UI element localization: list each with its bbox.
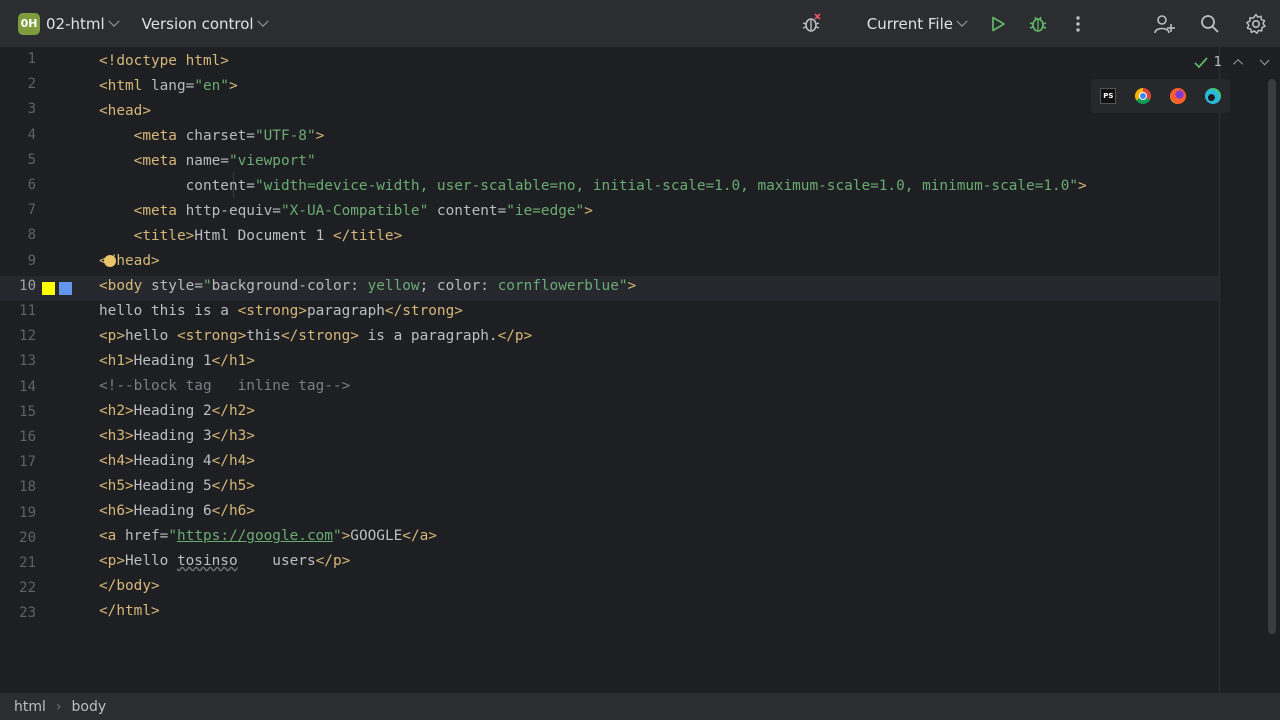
line-number[interactable]: 21 xyxy=(0,555,36,571)
line-number[interactable]: 4 xyxy=(0,127,36,143)
code-line-2: <html lang="en"> xyxy=(99,78,238,94)
code-line-4: <meta charset="UTF-8"> xyxy=(133,128,325,144)
line-number[interactable]: 18 xyxy=(0,479,36,495)
line-number[interactable]: 2 xyxy=(0,76,36,92)
line-number[interactable]: 10 xyxy=(0,278,36,294)
phpstorm-icon[interactable]: PS xyxy=(1100,88,1117,104)
inspection-widget[interactable]: 1 xyxy=(1194,55,1270,70)
add-user-icon[interactable] xyxy=(1148,8,1180,40)
edge-icon[interactable] xyxy=(1204,88,1221,104)
breadcrumb-html[interactable]: html xyxy=(14,699,46,715)
breadcrumb-separator-icon: › xyxy=(55,698,62,715)
version-control-label: Version control xyxy=(141,14,254,33)
color-preview-yellow[interactable] xyxy=(42,282,55,295)
check-icon xyxy=(1194,56,1208,68)
gear-icon[interactable] xyxy=(1240,8,1272,40)
line-number[interactable]: 22 xyxy=(0,580,36,596)
more-vertical-icon[interactable] xyxy=(1062,8,1094,40)
line-number[interactable]: 12 xyxy=(0,328,36,344)
color-preview-cornflowerblue[interactable] xyxy=(59,282,72,295)
code-link-url[interactable]: https://google.com xyxy=(177,528,333,544)
version-control-menu[interactable]: Version control xyxy=(141,14,269,33)
chevron-down-icon xyxy=(956,15,968,27)
line-number[interactable]: 3 xyxy=(0,101,36,117)
code-line-8: <title>Html Document 1 </title> xyxy=(133,228,403,244)
code-line-12: <p>hello <strong>this</strong> is a para… xyxy=(99,328,533,344)
typo-word[interactable]: tosinso xyxy=(177,553,238,569)
run-configuration-selector[interactable]: Current File xyxy=(866,14,968,33)
line-number[interactable]: 23 xyxy=(0,605,36,621)
search-icon[interactable] xyxy=(1194,8,1226,40)
code-line-19: <h6>Heading 6</h6> xyxy=(99,503,255,519)
code-line-5: <meta name="viewport" xyxy=(133,153,316,169)
line-number[interactable]: 19 xyxy=(0,505,36,521)
chevron-down-icon[interactable] xyxy=(1259,55,1270,66)
line-number[interactable]: 8 xyxy=(0,227,36,243)
lightbulb-icon[interactable] xyxy=(104,255,116,267)
line-number[interactable]: 9 xyxy=(0,253,36,269)
line-number[interactable]: 17 xyxy=(0,454,36,470)
code-line-17: <h4>Heading 4</h4> xyxy=(99,453,255,469)
play-icon[interactable] xyxy=(982,8,1014,40)
code-editor[interactable]: 1 2 3 4 5 6 7 8 9 10 11 12 13 14 15 16 17 18 19 20 21 22 23 <!… xyxy=(0,47,1280,693)
code-line-22: </body> xyxy=(99,578,160,594)
title-bar: 0H 02-html Version control Current File xyxy=(0,0,1280,47)
code-line-21: <p>Hello tosinso users</p> xyxy=(99,553,351,569)
code-line-1: <!doctype html> xyxy=(99,53,229,69)
project-name: 02-html xyxy=(46,14,105,33)
line-number[interactable]: 16 xyxy=(0,429,36,445)
code-line-18: <h5>Heading 5</h5> xyxy=(99,478,255,494)
line-number[interactable]: 5 xyxy=(0,152,36,168)
chevron-down-icon xyxy=(108,15,120,27)
run-configuration-label: Current File xyxy=(866,14,953,33)
code-line-20: <a href="https://google.com">GOOGLE</a> xyxy=(99,528,437,544)
breadcrumb-body[interactable]: body xyxy=(72,699,107,715)
line-number-gutter[interactable]: 1 2 3 4 5 6 7 8 9 10 11 12 13 14 15 16 17 18 19 20 21 22 23 xyxy=(0,47,98,693)
chrome-icon[interactable] xyxy=(1135,88,1152,104)
line-number[interactable]: 11 xyxy=(0,303,36,319)
code-line-11: hello this is a <strong>paragraph</stron… xyxy=(99,303,463,319)
line-number[interactable]: 1 xyxy=(0,51,36,67)
code-line-3: <head> xyxy=(99,103,151,119)
browser-preview-toolbar: PS xyxy=(1091,79,1230,113)
status-bar: html › body xyxy=(0,693,1280,720)
code-line-23: </html> xyxy=(99,603,160,619)
chevron-up-icon[interactable] xyxy=(1233,58,1244,69)
code-with-me-icon[interactable] xyxy=(795,8,827,40)
code-line-10: <body style="background-color: yellow; c… xyxy=(99,278,637,294)
line-number[interactable]: 15 xyxy=(0,404,36,420)
line-number[interactable]: 20 xyxy=(0,530,36,546)
project-badge: 0H xyxy=(18,12,40,35)
code-line-7: <meta http-equiv="X-UA-Compatible" conte… xyxy=(133,203,593,219)
firefox-icon[interactable] xyxy=(1169,88,1186,104)
line-number[interactable]: 7 xyxy=(0,202,36,218)
project-selector[interactable]: 0H 02-html xyxy=(18,8,120,40)
code-content[interactable]: <!doctype html> <html lang="en"> <head> … xyxy=(99,47,1219,619)
code-line-13: <h1>Heading 1</h1> xyxy=(99,353,255,369)
code-line-16: <h3>Heading 3</h3> xyxy=(99,428,255,444)
inspection-count: 1 xyxy=(1213,55,1222,70)
right-margin-guide xyxy=(1219,47,1220,693)
code-line-15: <h2>Heading 2</h2> xyxy=(99,403,255,419)
line-number[interactable]: 6 xyxy=(0,177,36,193)
vertical-scrollbar[interactable] xyxy=(1268,79,1276,634)
line-number[interactable]: 14 xyxy=(0,379,36,395)
code-line-14: <!--block tag inline tag--> xyxy=(99,378,351,394)
chevron-down-icon xyxy=(256,15,269,27)
code-line-6: content="width=device-width, user-scalab… xyxy=(185,178,1087,194)
bug-icon[interactable] xyxy=(1022,8,1054,40)
line-number[interactable]: 13 xyxy=(0,353,36,369)
